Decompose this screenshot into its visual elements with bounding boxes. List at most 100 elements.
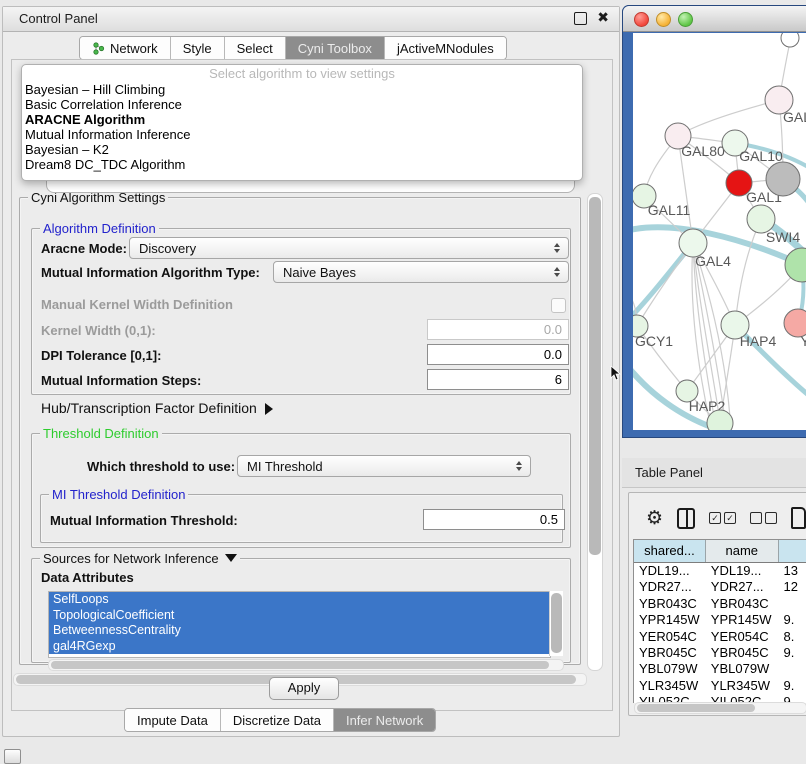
table-cell[interactable]: YBR043C bbox=[634, 596, 706, 612]
table-cell[interactable]: 8. bbox=[779, 629, 806, 645]
close-traffic-light-icon[interactable] bbox=[634, 12, 649, 27]
algorithm-option[interactable]: ARACNE Algorithm bbox=[22, 112, 582, 127]
tab-impute-data[interactable]: Impute Data bbox=[125, 709, 221, 731]
tab-label: jActiveMNodules bbox=[397, 41, 494, 56]
sources-group-title[interactable]: Sources for Network Inference bbox=[40, 551, 240, 566]
mi-threshold-group-title: MI Threshold Definition bbox=[49, 487, 188, 502]
table-cell[interactable]: YPR145W bbox=[634, 612, 706, 628]
data-attributes-list[interactable]: SelfLoopsTopologicalCoefficientBetweenne… bbox=[48, 591, 551, 658]
manual-kernel-label: Manual Kernel Width Definition bbox=[41, 297, 233, 312]
table-cell[interactable]: YER054C bbox=[706, 629, 779, 645]
dpi-tolerance-field[interactable]: 0.0 bbox=[427, 344, 569, 365]
network-node[interactable] bbox=[766, 162, 800, 196]
table-cell[interactable]: YPR145W bbox=[706, 612, 779, 628]
table-cell[interactable]: YDR27... bbox=[634, 579, 706, 595]
column-header-extra[interactable] bbox=[779, 540, 806, 562]
data-attribute-item[interactable]: gal4RGexp bbox=[49, 639, 550, 655]
algorithm-option[interactable]: Bayesian – K2 bbox=[22, 142, 582, 157]
close-icon[interactable]: ✖ bbox=[597, 9, 609, 26]
table-row[interactable]: YLR345WYLR345W9. bbox=[634, 678, 806, 694]
algorithm-option[interactable]: Mutual Information Inference bbox=[22, 127, 582, 142]
network-node[interactable] bbox=[781, 33, 799, 47]
scrollbar-thumb[interactable] bbox=[637, 704, 755, 712]
column-header-name[interactable]: name bbox=[706, 540, 779, 562]
apply-button[interactable]: Apply bbox=[269, 677, 339, 700]
gear-icon[interactable]: ⚙ bbox=[646, 509, 663, 528]
algorithm-definition-title: Algorithm Definition bbox=[40, 221, 159, 236]
settings-vertical-scrollbar[interactable] bbox=[587, 193, 603, 671]
attributes-vertical-scrollbar[interactable] bbox=[549, 591, 563, 656]
table-cell[interactable]: YBR045C bbox=[706, 645, 779, 661]
float-window-icon[interactable] bbox=[574, 12, 587, 25]
table-row[interactable]: YPR145WYPR145W9. bbox=[634, 612, 806, 628]
table-cell[interactable]: YDL19... bbox=[706, 563, 779, 579]
table-cell[interactable] bbox=[779, 661, 806, 677]
tab-infer-network[interactable]: Infer Network bbox=[334, 709, 435, 731]
deselect-all-checkboxes-icon[interactable] bbox=[750, 512, 777, 524]
table-cell[interactable]: YBR043C bbox=[706, 596, 779, 612]
network-node[interactable] bbox=[785, 248, 806, 282]
network-window-titlebar bbox=[623, 6, 806, 32]
zoom-traffic-light-icon[interactable] bbox=[678, 12, 693, 27]
table-cell[interactable]: 12 bbox=[779, 579, 806, 595]
tab-label: Select bbox=[237, 41, 273, 56]
table-cell[interactable]: YDL19... bbox=[634, 563, 706, 579]
table-cell[interactable]: YLR345W bbox=[634, 678, 706, 694]
tab-style[interactable]: Style bbox=[171, 37, 225, 59]
algorithm-option[interactable]: Dream8 DC_TDC Algorithm bbox=[22, 157, 582, 172]
table-cell[interactable]: 13 bbox=[779, 563, 806, 579]
table-row[interactable]: YDR27...YDR27...12 bbox=[634, 579, 806, 595]
algorithm-option[interactable]: Bayesian – Hill Climbing bbox=[22, 82, 582, 97]
algorithm-option[interactable]: Basic Correlation Inference bbox=[22, 97, 582, 112]
table-cell[interactable]: YLR345W bbox=[706, 678, 779, 694]
kernel-width-field[interactable]: 0.0 bbox=[427, 319, 569, 340]
data-attribute-item[interactable]: SelfLoops bbox=[49, 592, 550, 608]
manual-kernel-checkbox[interactable] bbox=[551, 298, 566, 313]
mi-steps-field[interactable]: 6 bbox=[427, 369, 569, 390]
stepper-icon bbox=[550, 243, 564, 253]
table-panel-toolbar: ⚙ ✓✓ bbox=[634, 500, 806, 536]
tab-network[interactable]: Network bbox=[80, 37, 171, 59]
table-row[interactable]: YDL19...YDL19...13 bbox=[634, 563, 806, 579]
network-canvas[interactable]: GALGAL80GAL10GAL1SWI4GAL11GAL4GCY1HAP4YH… bbox=[633, 33, 806, 430]
mi-algorithm-type-combo[interactable]: Naive Bayes bbox=[273, 261, 569, 283]
kernel-width-label: Kernel Width (0,1): bbox=[41, 323, 156, 338]
select-all-checkboxes-icon[interactable]: ✓✓ bbox=[709, 512, 736, 524]
table-horizontal-scrollbar[interactable] bbox=[634, 702, 806, 714]
table-cell[interactable]: 9. bbox=[779, 678, 806, 694]
which-threshold-label: Which threshold to use: bbox=[87, 459, 235, 474]
document-icon[interactable] bbox=[791, 507, 806, 529]
minimize-traffic-light-icon[interactable] bbox=[656, 12, 671, 27]
node-table: shared... name YDL19...YDL19...13YDR27..… bbox=[633, 539, 806, 703]
hub-definition-toggle[interactable]: Hub/Transcription Factor Definition bbox=[41, 400, 273, 416]
scrollbar-thumb[interactable] bbox=[551, 593, 562, 653]
tab-select[interactable]: Select bbox=[225, 37, 286, 59]
scrollbar-thumb[interactable] bbox=[51, 661, 549, 669]
network-node-label: Y bbox=[800, 333, 806, 349]
tab-discretize-data[interactable]: Discretize Data bbox=[221, 709, 334, 731]
table-row[interactable]: YBL079WYBL079W bbox=[634, 661, 806, 677]
table-cell[interactable] bbox=[779, 596, 806, 612]
table-cell[interactable]: 9. bbox=[779, 645, 806, 661]
table-row[interactable]: YBR045CYBR045C9. bbox=[634, 645, 806, 661]
tab-cyni-toolbox[interactable]: Cyni Toolbox bbox=[286, 37, 385, 59]
table-cell[interactable]: 9. bbox=[779, 612, 806, 628]
table-row[interactable]: YBR043CYBR043C bbox=[634, 596, 806, 612]
columns-icon[interactable] bbox=[677, 508, 695, 529]
which-threshold-combo[interactable]: MI Threshold bbox=[237, 455, 531, 477]
data-attribute-item[interactable]: BetweennessCentrality bbox=[49, 623, 550, 639]
data-attribute-item[interactable]: TopologicalCoefficient bbox=[49, 608, 550, 624]
column-header-shared-name[interactable]: shared... bbox=[634, 540, 706, 562]
table-cell[interactable]: YDR27... bbox=[706, 579, 779, 595]
mi-threshold-field[interactable]: 0.5 bbox=[423, 509, 565, 530]
table-cell[interactable]: YBR045C bbox=[634, 645, 706, 661]
attributes-horizontal-scrollbar[interactable] bbox=[48, 659, 564, 671]
table-cell[interactable]: YER054C bbox=[634, 629, 706, 645]
scrollbar-thumb[interactable] bbox=[589, 197, 601, 555]
table-cell[interactable]: YBL079W bbox=[706, 661, 779, 677]
aracne-mode-combo[interactable]: Discovery bbox=[129, 237, 569, 259]
stepper-icon bbox=[512, 461, 526, 471]
table-row[interactable]: YER054CYER054C8. bbox=[634, 629, 806, 645]
table-cell[interactable]: YBL079W bbox=[634, 661, 706, 677]
tab-jactivemnodules[interactable]: jActiveMNodules bbox=[385, 37, 506, 59]
